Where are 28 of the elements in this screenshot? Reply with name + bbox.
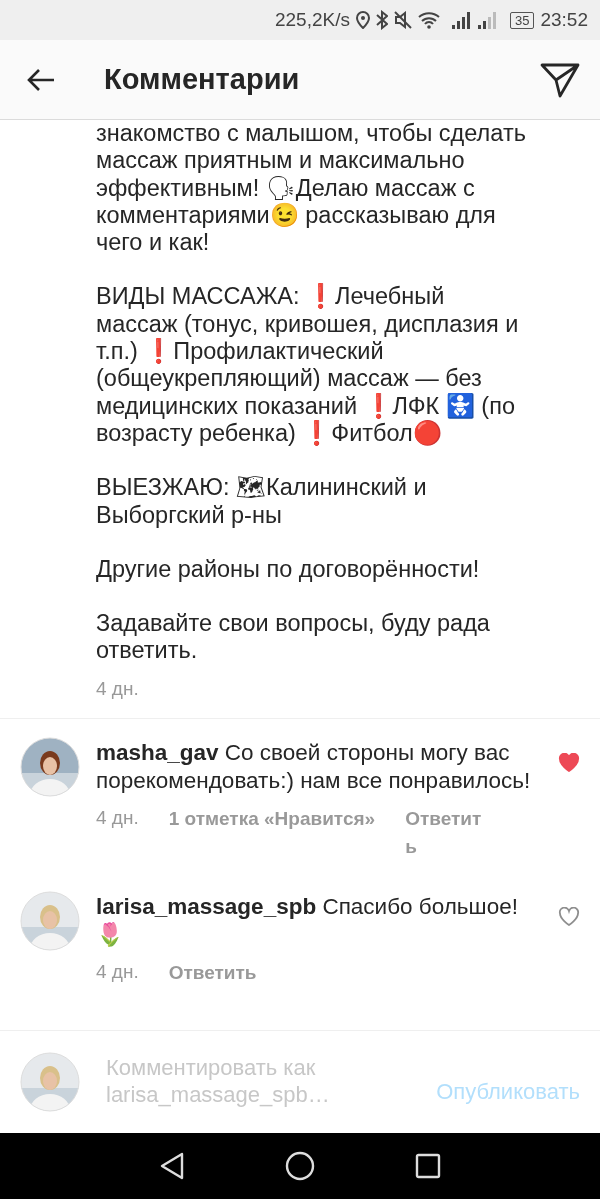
- signal-icon: [452, 11, 472, 29]
- home-icon[interactable]: [285, 1151, 315, 1181]
- comment-time: 4 дн.: [96, 677, 140, 701]
- recents-icon[interactable]: [415, 1153, 441, 1179]
- signal-icon: [478, 11, 498, 29]
- wifi-icon: [418, 11, 440, 29]
- like-button[interactable]: [558, 906, 580, 927]
- clock: 23:52: [540, 9, 588, 31]
- reply-link[interactable]: Ответить: [168, 958, 257, 987]
- caption-paragraph: знакомство с малышом, чтобы сделать массаж приятным и максимально эффективным! 🗣Делаю массаж с комментариями😉 рассказываю для чего и как!: [96, 120, 527, 257]
- caption-paragraph: Другие районы по договорённости!: [96, 555, 481, 584]
- mute-icon: [394, 11, 412, 29]
- comment-text: larisa_massage_spb Спасибо большое! 🌷: [96, 892, 519, 949]
- back-icon[interactable]: [159, 1152, 185, 1180]
- like-button[interactable]: [558, 752, 580, 773]
- page-title: Комментарии: [104, 63, 300, 96]
- location-icon: [356, 11, 370, 29]
- likes-link[interactable]: 1 отметка «Нравится»: [168, 804, 376, 833]
- battery-indicator: 35: [510, 11, 535, 29]
- comment-text: masha_gav Со своей стороны могу вас порекомендовать:) нам все понравилось!: [96, 738, 532, 795]
- comment-time: 4 дн.: [96, 959, 139, 983]
- bluetooth-icon: [376, 10, 388, 30]
- caption-paragraph: ВИДЫ МАССАЖА: ❗Лечебный массаж (тонус, кривошея, дисплазия и т.п.) ❗Профилактический (общеукрепляющий) массаж — без медицинских показаний ❗ЛФК 🚼 (по возрасту ребенка) ❗Фитбол🔴: [96, 283, 520, 448]
- network-speed: 225,2K/s: [275, 9, 350, 31]
- caption-paragraph: ВЫЕЗЖАЮ: 🗺Калининский и Выборгский р-ны: [96, 474, 428, 529]
- caption-paragraph: Задавайте свои вопросы, буду рада ответить.: [96, 610, 491, 665]
- comment-time: 4 дн.: [96, 805, 139, 829]
- reply-link[interactable]: Ответить: [405, 804, 484, 861]
